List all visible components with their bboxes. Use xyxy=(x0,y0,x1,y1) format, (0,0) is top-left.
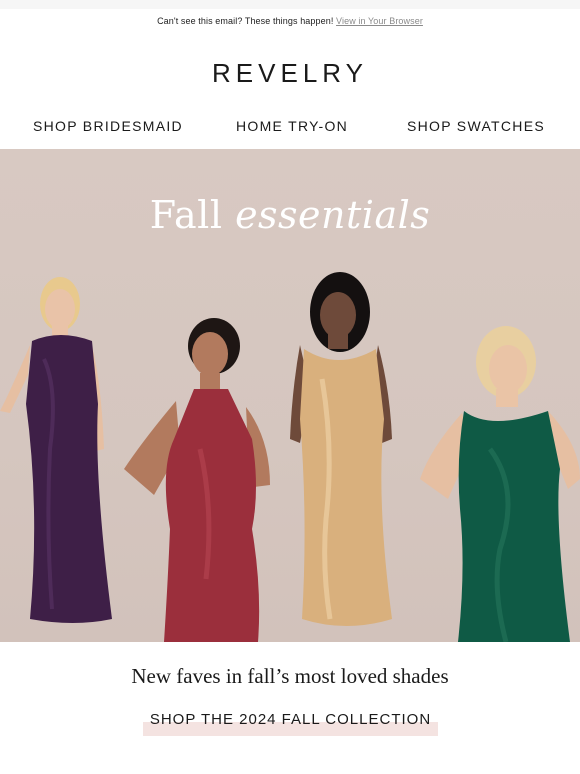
view-in-browser-link[interactable]: View in Your Browser xyxy=(336,16,423,26)
shop-fall-collection-button[interactable]: SHOP THE 2024 FALL COLLECTION xyxy=(143,709,438,736)
main-nav: SHOP BRIDESMAID HOME TRY-ON SHOP SWATCHE… xyxy=(0,118,580,138)
rose-dress-shape xyxy=(164,389,260,642)
emerald-dress-shape xyxy=(458,411,570,642)
preheader-message: Can't see this email? These things happe… xyxy=(157,16,334,26)
preheader-text: Can't see this email? These things happe… xyxy=(0,16,580,26)
hero-title-italic: essentials xyxy=(235,193,431,237)
brand-logo[interactable]: REVELRY xyxy=(0,58,580,89)
plum-dress-shape xyxy=(26,335,112,623)
email-preheader: Can't see this email? These things happe… xyxy=(0,0,580,40)
nav-shop-bridesmaid[interactable]: SHOP BRIDESMAID xyxy=(33,118,183,134)
section-subheading: New faves in fall’s most loved shades xyxy=(131,664,449,688)
hero-image[interactable]: Fall essentials xyxy=(0,149,580,642)
model-champagne-dress xyxy=(290,272,392,626)
hero-title: Fall essentials xyxy=(0,193,580,237)
model-plum-dress xyxy=(0,277,112,623)
model-emerald-dress xyxy=(420,326,580,642)
nav-shop-swatches[interactable]: SHOP SWATCHES xyxy=(407,118,545,134)
champagne-dress-shape xyxy=(300,349,392,626)
nav-home-try-on[interactable]: HOME TRY-ON xyxy=(236,118,348,134)
model-rose-dress xyxy=(124,318,270,642)
cta-label: SHOP THE 2024 FALL COLLECTION xyxy=(149,711,432,728)
preheader-top-bar xyxy=(0,0,580,9)
hero-title-plain: Fall xyxy=(149,193,236,237)
